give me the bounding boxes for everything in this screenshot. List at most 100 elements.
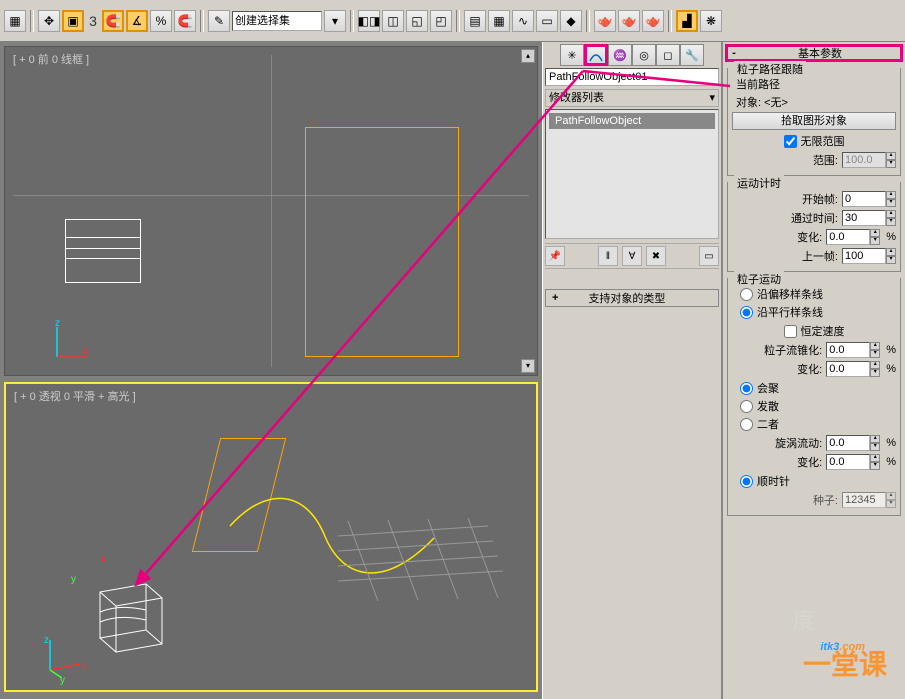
tab-hierarchy-icon[interactable]: ♒ [608,44,632,66]
tool-btn-angle-active[interactable]: ∡ [126,10,148,32]
radio-offset-label: 沿偏移样条线 [757,286,823,302]
object-plane-yellow [305,127,459,357]
tool-btn-render2[interactable]: 🫖 [618,10,640,32]
viewports-container: [ + 0 前 0 线框 ] z x ▴ ▾ [ + 0 透视 0 平滑 + 高… [0,42,542,699]
taper-label: 粒子流锥化: [764,342,822,358]
tab-utilities-icon[interactable]: 🔧 [680,44,704,66]
tool-btn-sheet[interactable]: ▭ [536,10,558,32]
group-path-follow: 粒子路径跟随 当前路径 对象: <无> 拾取图形对象 无限范围 范围: ▴▾ [727,68,901,176]
current-path-label: 当前路径 [736,76,892,92]
taper-spinner[interactable]: ▴▾ [826,342,880,358]
range-spinner: ▴▾ [842,152,896,168]
modifier-panel: ✳ ♒ ◎ ◻ 🔧 修改器列表 ▾ PathFollowObject 📌 ‖ ∀… [542,42,722,699]
viewport-perspective[interactable]: [ + 0 透视 0 平滑 + 高光 ] [4,382,538,692]
axis-y: y [71,574,76,585]
separator [456,10,460,32]
variation3-label: 变化: [797,454,822,470]
travel-time-spinner[interactable]: ▴▾ [842,210,896,226]
percent-unit: % [886,363,896,375]
variation-spinner[interactable]: ▴▾ [826,229,880,245]
remove-mod-icon[interactable]: ✖ [646,246,666,266]
tool-btn-render3[interactable]: 🫖 [642,10,664,32]
num-display: 3 [86,13,100,29]
tool-btn-podium[interactable]: ▟ [676,10,698,32]
tab-create-icon[interactable]: ✳ [560,44,584,66]
unlimited-range-checkbox[interactable] [784,135,797,148]
radio-clockwise[interactable] [740,475,753,488]
radio-offset-spline[interactable] [740,288,753,301]
swirl-label: 旋涡流动: [775,435,822,451]
tool-btn-align3[interactable]: ◰ [430,10,452,32]
separator [668,10,672,32]
tool-btn-mirror[interactable]: ◧◨ [358,10,380,32]
tab-modify-icon[interactable] [584,44,608,66]
percent-unit: % [886,437,896,449]
modifier-list-label: 修改器列表 [549,90,604,106]
tool-btn-align2[interactable]: ◱ [406,10,428,32]
radio-parallel-label: 沿平行样条线 [757,304,823,320]
radio-parallel-spline[interactable] [740,306,753,319]
axis-x: x [101,554,106,565]
swirl-spinner[interactable]: ▴▾ [826,435,880,451]
rollout-supported-types[interactable]: + 支持对象的类型 [545,289,719,307]
tool-btn-render1[interactable]: 🫖 [594,10,616,32]
pick-shape-button[interactable]: 拾取图形对象 [732,112,896,130]
configure-sets-icon[interactable]: ▭ [699,246,719,266]
variation3-spinner[interactable]: ▴▾ [826,454,880,470]
modifier-item[interactable]: PathFollowObject [549,113,715,129]
show-end-result-icon[interactable]: ‖ [598,246,618,266]
parameters-panel: - 基本参数 粒子路径跟随 当前路径 对象: <无> 拾取图形对象 无限范围 范… [722,42,905,699]
rollout-basic-params[interactable]: - 基本参数 [725,44,903,62]
command-tabs: ✳ ♒ ◎ ◻ 🔧 [545,44,719,66]
percent-unit: % [886,344,896,356]
variation2-spinner[interactable]: ▴▾ [826,361,880,377]
tool-btn-schematic[interactable]: ▦ [488,10,510,32]
tool-btn-1[interactable]: ▦ [4,10,26,32]
modifier-list-dropdown[interactable]: 修改器列表 ▾ [545,89,719,107]
tool-btn-snap-active[interactable]: 🧲 [102,10,124,32]
tab-display-icon[interactable]: ◻ [656,44,680,66]
tool-btn-dd[interactable]: ▾ [324,10,346,32]
viewport-label-front: [ + 0 前 0 线框 ] [13,51,89,67]
constant-speed-checkbox[interactable] [784,325,797,338]
tool-btn-percent[interactable]: % [150,10,172,32]
axis-x: x [82,661,87,672]
seed-spinner[interactable]: ▴▾ [842,492,896,508]
tool-btn-snap2[interactable]: 🧲 [174,10,196,32]
selection-set-dropdown[interactable]: 创建选择集 [232,11,322,31]
modifier-stack[interactable]: PathFollowObject [545,109,719,239]
tool-btn-mat[interactable]: ◆ [560,10,582,32]
radio-converge-label: 会聚 [757,380,779,396]
tab-motion-icon[interactable]: ◎ [632,44,656,66]
group-timing: 运动计时 开始帧: ▴▾ 通过时间: ▴▾ 变化: ▴▾ % 上一帧: ▴▾ [727,182,901,272]
last-frame-label: 上一帧: [802,248,838,264]
rollout-title: 支持对象的类型 [588,290,665,306]
object-name-field[interactable] [545,68,719,86]
main-area: [ + 0 前 0 线框 ] z x ▴ ▾ [ + 0 透视 0 平滑 + 高… [0,42,905,699]
radio-converge[interactable] [740,382,753,395]
group-legend: 粒子运动 [734,271,784,287]
radio-diverge[interactable] [740,400,753,413]
percent-unit: % [886,456,896,468]
tool-btn-curve[interactable]: ∿ [512,10,534,32]
scroll-up[interactable]: ▴ [521,49,535,63]
tool-btn-pivot[interactable]: ✥ [38,10,60,32]
radio-both[interactable] [740,418,753,431]
perspective-grid [338,506,508,626]
tool-btn-align[interactable]: ◫ [382,10,404,32]
tool-btn-layers[interactable]: ▤ [464,10,486,32]
axis-y: y [60,675,65,686]
tool-btn-edit[interactable]: ✎ [208,10,230,32]
make-unique-icon[interactable]: ∀ [622,246,642,266]
last-frame-spinner[interactable]: ▴▾ [842,248,896,264]
rollout-toggle-icon: + [552,292,558,304]
modifier-stack-toolbar: 📌 ‖ ∀ ✖ ▭ [545,243,719,269]
radio-cw-label: 顺时针 [757,473,790,489]
tool-btn-particles[interactable]: ❋ [700,10,722,32]
tool-btn-move-active[interactable]: ▣ [62,10,84,32]
pin-stack-icon[interactable]: 📌 [545,246,565,266]
viewport-label-persp: [ + 0 透视 0 平滑 + 高光 ] [14,388,136,404]
viewport-front[interactable]: [ + 0 前 0 线框 ] z x ▴ ▾ [4,46,538,376]
start-frame-spinner[interactable]: ▴▾ [842,191,896,207]
scroll-down[interactable]: ▾ [521,359,535,373]
